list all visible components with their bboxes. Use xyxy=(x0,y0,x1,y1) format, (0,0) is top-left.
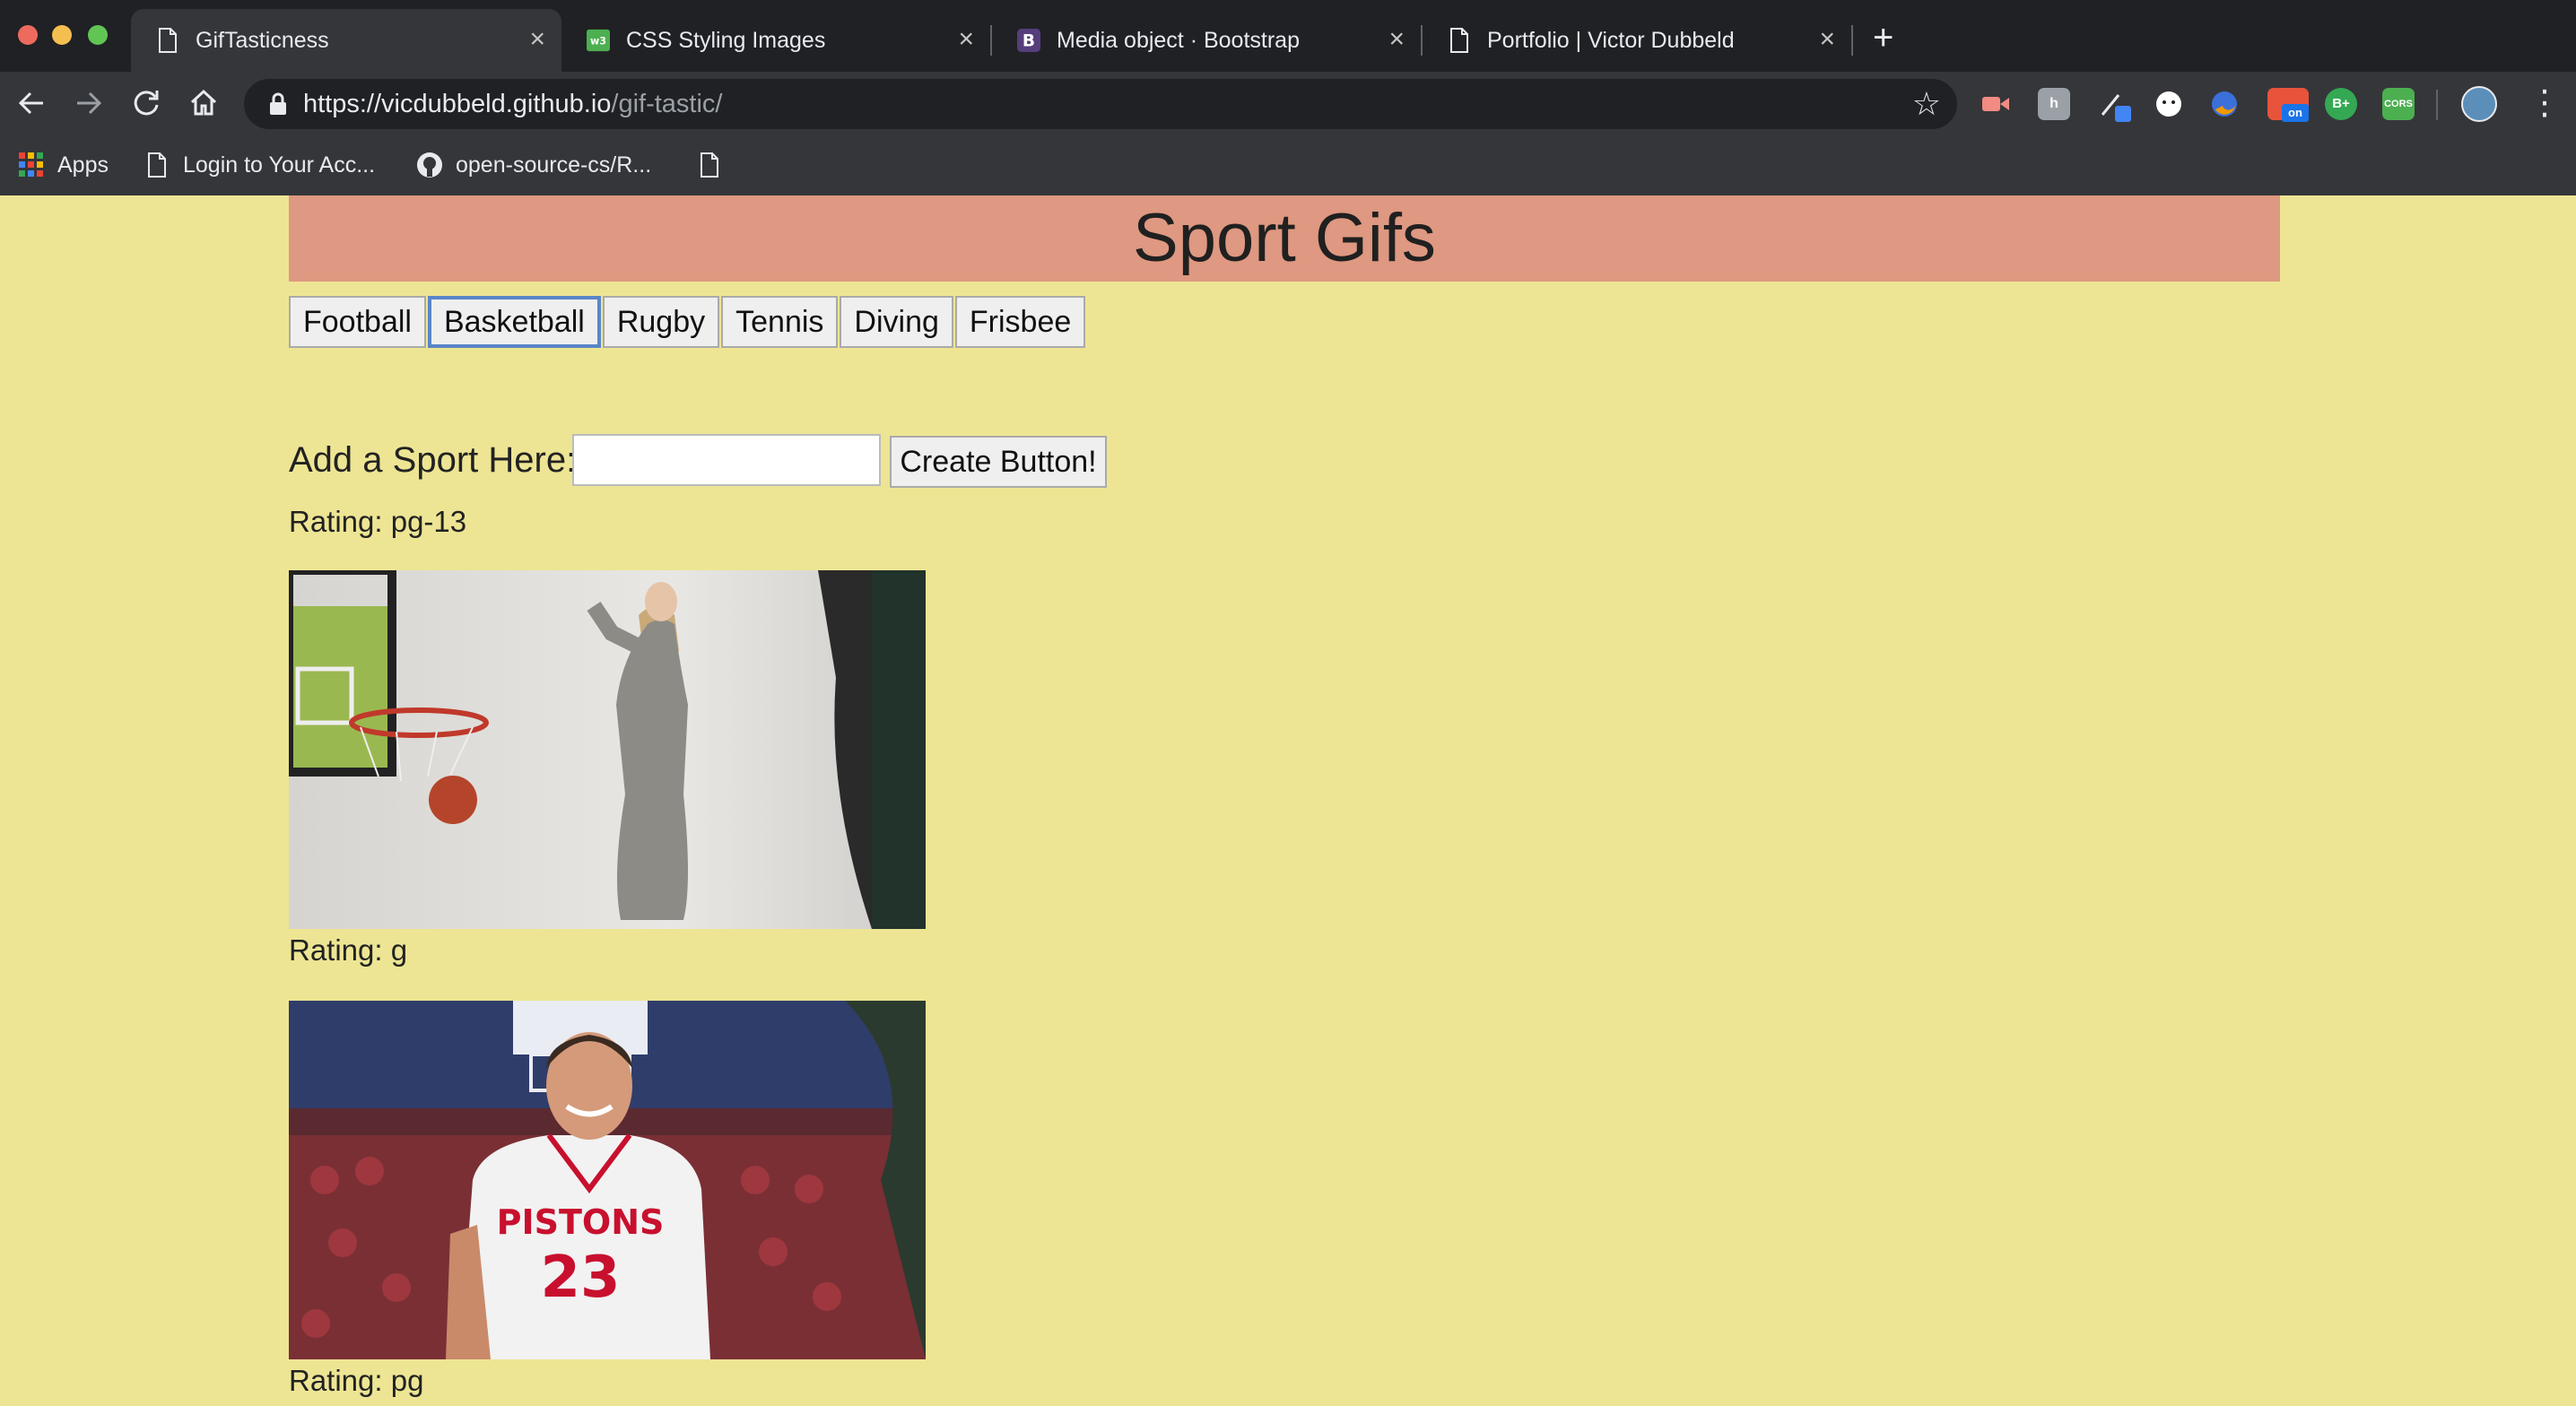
bookmark-label: Apps xyxy=(57,152,109,178)
tab-portfolio-victor-dubbeld[interactable]: Portfolio | Victor Dubbeld × xyxy=(1423,9,1851,72)
sport-button-frisbee[interactable]: Frisbee xyxy=(954,296,1086,348)
apps-grid-icon xyxy=(18,152,45,178)
page-title: Sport Gifs xyxy=(1133,200,1436,276)
extension-b-plus-icon[interactable]: B+ xyxy=(2325,88,2357,120)
new-tab-icon[interactable]: + xyxy=(1873,20,1893,56)
sport-button-rugby[interactable]: Rugby xyxy=(602,296,720,348)
jersey-number: 23 xyxy=(540,1245,620,1311)
create-button[interactable]: Create Button! xyxy=(890,436,1107,488)
toolbar-separator xyxy=(2436,90,2438,120)
gif-rating: Rating: pg-13 xyxy=(289,505,467,538)
more-menu-icon[interactable]: ⋮ xyxy=(2528,82,2562,124)
maximize-window-icon[interactable] xyxy=(88,25,108,45)
extension-face-icon[interactable] xyxy=(2153,88,2185,120)
extension-firefox-icon[interactable] xyxy=(2208,88,2241,120)
page-icon xyxy=(156,27,179,54)
tab-separator xyxy=(1851,25,1853,56)
sport-button-football[interactable]: Football xyxy=(289,296,426,348)
gif-image-basketball-woman[interactable] xyxy=(289,570,926,929)
close-icon[interactable]: × xyxy=(1819,25,1835,54)
bookmark-label: open-source-cs/R... xyxy=(456,152,652,178)
gif-rating: Rating: pg xyxy=(289,1364,424,1397)
bootstrap-icon: B xyxy=(1017,27,1040,54)
url-text[interactable]: https://vicdubbeld.github.io/gif-tastic/ xyxy=(303,90,723,118)
extension-cors-icon[interactable]: CORS xyxy=(2382,88,2415,120)
bookmark-login[interactable]: Login to Your Acc... xyxy=(144,149,375,181)
extension-video-icon[interactable] xyxy=(1979,88,2011,120)
add-sport-input[interactable] xyxy=(572,434,881,486)
close-icon[interactable]: × xyxy=(529,25,545,54)
add-sport-label: Add a Sport Here: xyxy=(289,440,577,480)
page-icon xyxy=(144,152,170,178)
close-icon[interactable]: × xyxy=(1388,25,1405,54)
close-icon[interactable]: × xyxy=(958,25,974,54)
tab-title: Media object · Bootstrap xyxy=(1057,28,1300,53)
close-window-icon[interactable] xyxy=(18,25,38,45)
page-banner: Sport Gifs xyxy=(289,195,2280,282)
lock-icon[interactable] xyxy=(267,91,292,117)
github-icon xyxy=(416,152,443,178)
url-host: https://vicdubbeld.github.io xyxy=(303,90,612,118)
bookmark-apps[interactable]: Apps xyxy=(18,149,109,181)
tab-title: GifTasticness xyxy=(196,28,329,53)
jersey-name: PISTONS xyxy=(497,1202,665,1242)
url-path: /gif-tastic/ xyxy=(611,90,723,118)
page-icon xyxy=(696,152,723,178)
minimize-window-icon[interactable] xyxy=(52,25,72,45)
gif-image-pistons-player[interactable]: PISTONS 23 xyxy=(289,1001,926,1359)
gif-rating: Rating: g xyxy=(289,933,408,967)
bookmark-star-icon[interactable]: ☆ xyxy=(1912,86,1941,122)
reload-icon[interactable] xyxy=(126,82,167,124)
svg-text:w3: w3 xyxy=(590,36,606,48)
forward-icon[interactable] xyxy=(68,82,109,124)
extension-on-badge: on xyxy=(2282,104,2309,122)
address-bar[interactable]: https://vicdubbeld.github.io/gif-tastic/… xyxy=(244,79,1957,129)
tab-media-object-bootstrap[interactable]: B Media object · Bootstrap × xyxy=(992,9,1421,72)
tab-css-styling-images[interactable]: w3 CSS Styling Images × xyxy=(561,9,990,72)
tab-giftasticness[interactable]: GifTasticness × xyxy=(131,9,561,72)
back-icon[interactable] xyxy=(11,82,52,124)
sport-button-tennis[interactable]: Tennis xyxy=(721,296,839,348)
w3schools-icon: w3 xyxy=(587,27,610,54)
bookmark-label: Login to Your Acc... xyxy=(183,152,376,178)
bookmark-untitled[interactable] xyxy=(696,149,735,181)
sport-button-diving[interactable]: Diving xyxy=(840,296,953,348)
extension-h-icon[interactable]: h xyxy=(2038,88,2070,120)
home-icon[interactable] xyxy=(183,82,224,124)
browser-chrome: GifTasticness × w3 CSS Styling Images × … xyxy=(0,0,2576,195)
svg-text:B: B xyxy=(1023,32,1035,51)
extension-on-icon[interactable]: on xyxy=(2267,88,2309,122)
profile-avatar[interactable] xyxy=(2461,86,2497,122)
tab-title: CSS Styling Images xyxy=(626,28,826,53)
sport-button-row: Football Basketball Rugby Tennis Diving … xyxy=(289,296,1087,348)
extension-eyedropper-icon[interactable] xyxy=(2097,88,2131,122)
sport-button-basketball[interactable]: Basketball xyxy=(427,296,601,348)
page-icon xyxy=(1448,27,1471,54)
tab-title: Portfolio | Victor Dubbeld xyxy=(1487,28,1735,53)
bookmark-open-source-cs[interactable]: open-source-cs/R... xyxy=(416,149,651,181)
